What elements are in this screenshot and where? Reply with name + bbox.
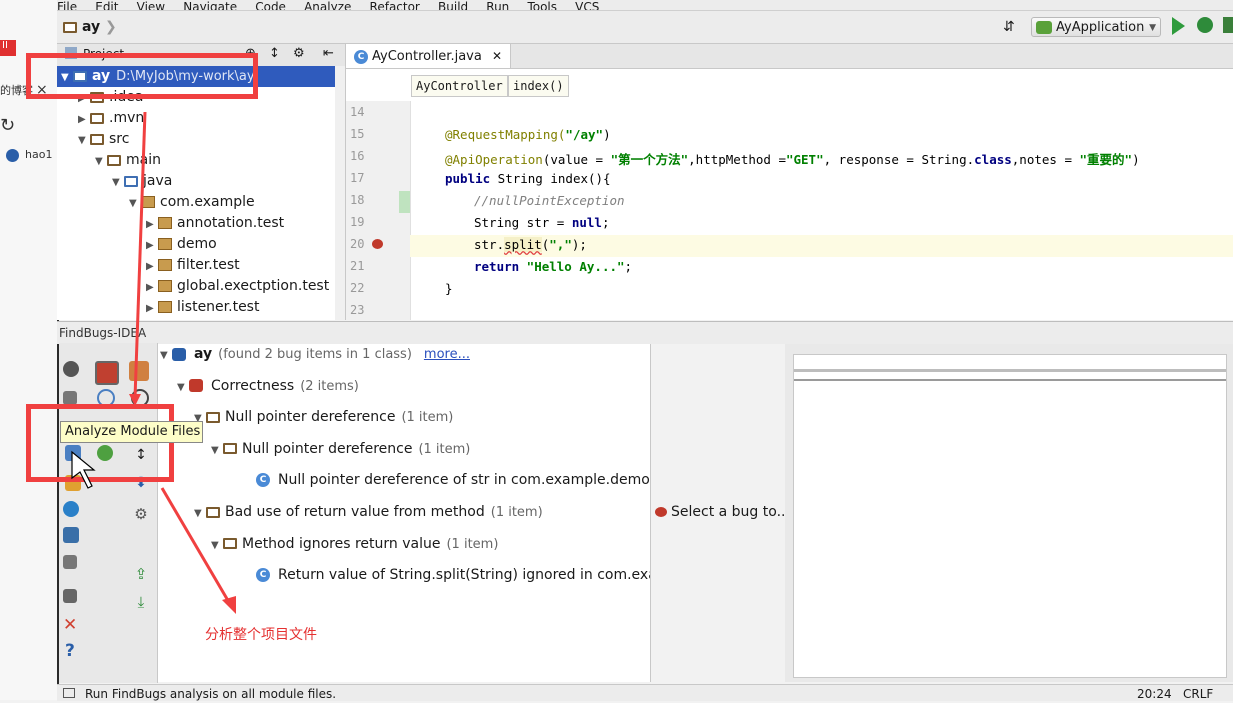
annotation-arrows	[71, 111, 236, 614]
arrow-head	[222, 596, 236, 614]
arrow-line	[160, 487, 232, 605]
arrow-line	[133, 111, 147, 399]
arrow-head	[129, 394, 141, 406]
annotation-caption: 分析整个项目文件	[205, 627, 317, 643]
mouse-cursor-icon	[71, 450, 96, 489]
